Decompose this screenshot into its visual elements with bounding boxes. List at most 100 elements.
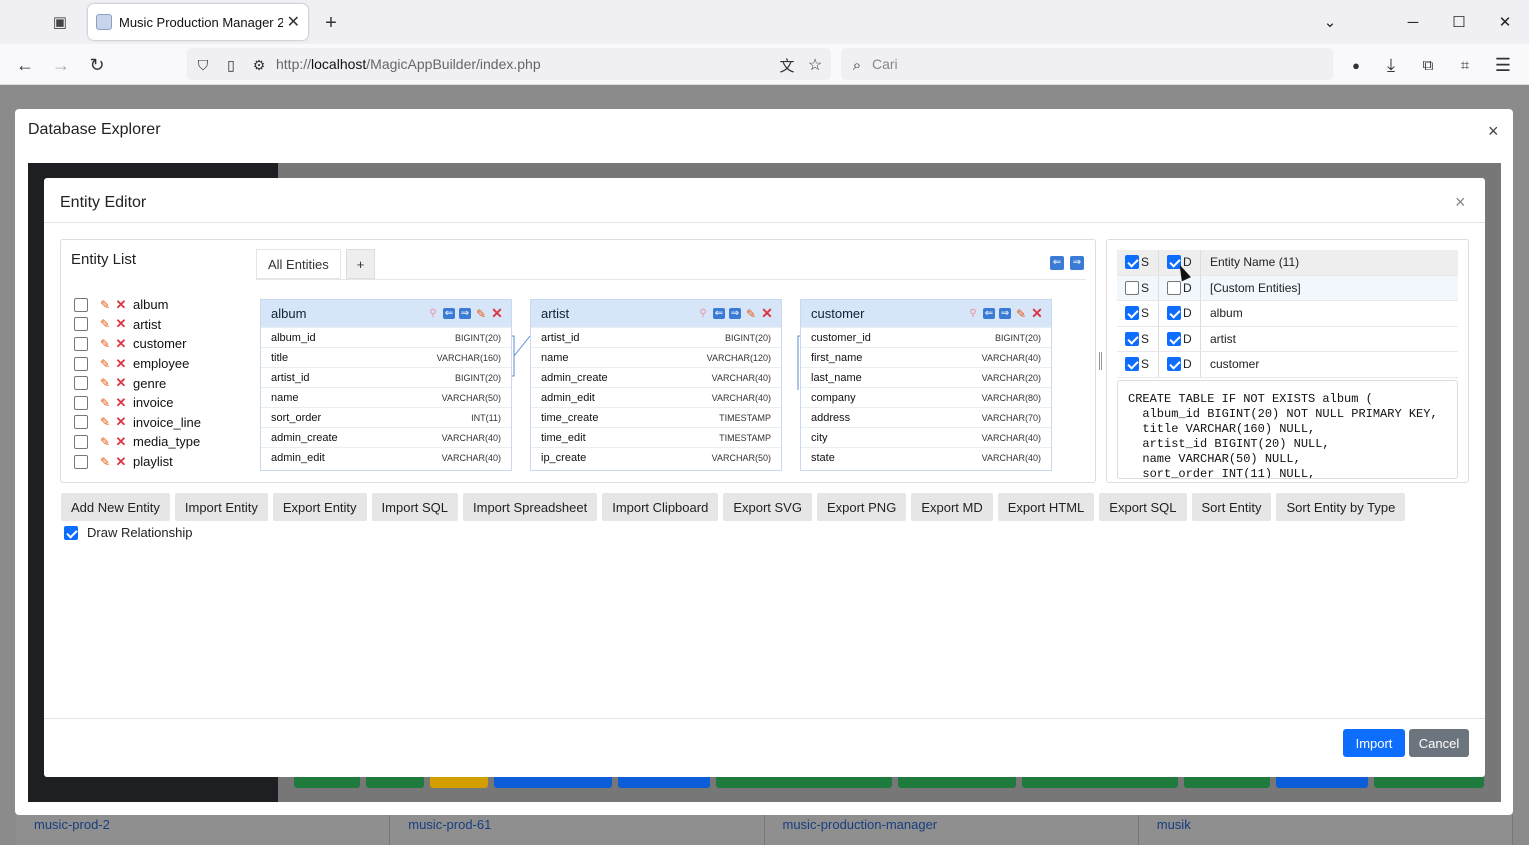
move-right-icon[interactable]: ⇒ bbox=[459, 308, 471, 319]
new-tab-icon[interactable]: + bbox=[318, 10, 344, 36]
entity-name[interactable]: customer bbox=[133, 336, 186, 351]
delete-icon[interactable]: ✕ bbox=[115, 395, 127, 411]
entity-name[interactable]: artist bbox=[133, 317, 161, 332]
entity-checkbox[interactable] bbox=[74, 454, 88, 469]
delete-icon[interactable]: ✕ bbox=[115, 434, 127, 450]
delete-icon[interactable]: ✕ bbox=[1031, 305, 1043, 322]
entity-name[interactable]: invoice_line bbox=[133, 415, 201, 430]
structure-checkbox[interactable] bbox=[1125, 280, 1139, 295]
sort-entity-by-type-button[interactable]: Sort Entity by Type bbox=[1276, 493, 1406, 521]
select-all-structure-checkbox[interactable] bbox=[1125, 255, 1139, 270]
add-tab-button[interactable]: + bbox=[345, 249, 376, 279]
edit-pencil-icon[interactable]: ✎ bbox=[99, 396, 111, 410]
structure-checkbox[interactable] bbox=[1125, 306, 1139, 321]
entity-checkbox[interactable] bbox=[74, 415, 88, 430]
edit-pencil-icon[interactable]: ✎ bbox=[99, 435, 111, 449]
import-button[interactable]: Import bbox=[1343, 729, 1405, 757]
relation-icon[interactable]: ⚲ bbox=[967, 308, 979, 319]
structure-checkbox[interactable] bbox=[1125, 357, 1139, 372]
edit-pencil-icon[interactable]: ✎ bbox=[745, 307, 757, 321]
scroll-right-icon[interactable]: ⇒ bbox=[1070, 256, 1084, 270]
delete-icon[interactable]: ✕ bbox=[761, 305, 773, 322]
edit-pencil-icon[interactable]: ✎ bbox=[99, 357, 111, 371]
edit-pencil-icon[interactable]: ✎ bbox=[99, 415, 111, 429]
forward-icon[interactable]: → bbox=[48, 52, 74, 78]
export-html-button[interactable]: Export HTML bbox=[997, 493, 1095, 521]
export-sql-button[interactable]: Export SQL bbox=[1099, 493, 1187, 521]
import-clipboard-button[interactable]: Import Clipboard bbox=[602, 493, 719, 521]
crop-icon[interactable]: ⌗ bbox=[1452, 52, 1478, 78]
entity-card-artist[interactable]: artist ⚲ ⇐ ⇒ ✎ ✕ artist_id BIGINT(20) name VARC… bbox=[530, 299, 782, 471]
entity-card-customer[interactable]: customer ⚲ ⇐ ⇒ ✎ ✕ customer_id BIGINT(20) firs… bbox=[800, 299, 1052, 471]
extensions-icon[interactable]: ⧉ bbox=[1415, 52, 1441, 78]
move-left-icon[interactable]: ⇐ bbox=[983, 308, 995, 319]
entity-checkbox[interactable] bbox=[74, 336, 88, 351]
entity-card-album[interactable]: album ⚲ ⇐ ⇒ ✎ ✕ album_id BIGINT(20) title VARCH… bbox=[260, 299, 512, 471]
delete-icon[interactable]: ✕ bbox=[115, 297, 127, 313]
background-link[interactable]: music-production-manager bbox=[765, 815, 1139, 845]
sort-entity-button[interactable]: Sort Entity bbox=[1191, 493, 1272, 521]
background-link[interactable]: music-prod-61 bbox=[390, 815, 765, 845]
data-checkbox[interactable] bbox=[1167, 280, 1181, 295]
import-entity-button[interactable]: Import Entity bbox=[174, 493, 268, 521]
move-right-icon[interactable]: ⇒ bbox=[999, 308, 1011, 319]
search-bar[interactable] bbox=[841, 48, 1333, 80]
entity-name[interactable]: genre bbox=[133, 376, 166, 391]
draw-relationship-checkbox[interactable] bbox=[64, 525, 78, 540]
entity-checkbox[interactable] bbox=[74, 376, 88, 391]
cancel-button[interactable]: Cancel bbox=[1409, 729, 1469, 757]
url-text[interactable]: http://localhost/MagicAppBuilder/index.p… bbox=[276, 56, 541, 72]
edit-pencil-icon[interactable]: ✎ bbox=[1015, 307, 1027, 321]
translate-icon[interactable]: 文 bbox=[774, 52, 800, 78]
delete-icon[interactable]: ✕ bbox=[115, 316, 127, 332]
relation-icon[interactable]: ⚲ bbox=[697, 308, 709, 319]
entity-name[interactable]: invoice bbox=[133, 395, 173, 410]
edit-pencil-icon[interactable]: ✎ bbox=[99, 337, 111, 351]
edit-pencil-icon[interactable]: ✎ bbox=[99, 376, 111, 390]
background-link[interactable]: music-prod-2 bbox=[16, 815, 391, 845]
close-window-icon[interactable]: ✕ bbox=[1489, 8, 1521, 36]
move-left-icon[interactable]: ⇐ bbox=[713, 308, 725, 319]
browser-tab[interactable]: Music Production Manager 2 | M ✕ bbox=[88, 4, 308, 40]
add-new-entity-button[interactable]: Add New Entity bbox=[61, 493, 170, 521]
menu-icon[interactable]: ☰ bbox=[1490, 52, 1516, 78]
panel-resize-handle[interactable] bbox=[1099, 352, 1102, 370]
download-icon[interactable]: ⤓ bbox=[1378, 52, 1404, 78]
entity-checkbox[interactable] bbox=[74, 317, 88, 332]
entity-checkbox[interactable] bbox=[74, 297, 88, 312]
export-svg-button[interactable]: Export SVG bbox=[723, 493, 812, 521]
database-explorer-close-icon[interactable]: × bbox=[1488, 121, 1499, 142]
bookmark-star-icon[interactable]: ☆ bbox=[802, 52, 828, 78]
delete-icon[interactable]: ✕ bbox=[115, 414, 127, 430]
import-spreadsheet-button[interactable]: Import Spreadsheet bbox=[463, 493, 598, 521]
export-entity-button[interactable]: Export Entity bbox=[272, 493, 367, 521]
move-right-icon[interactable]: ⇒ bbox=[729, 308, 741, 319]
tab-close-icon[interactable]: ✕ bbox=[287, 12, 300, 32]
reload-icon[interactable]: ↻ bbox=[84, 52, 110, 78]
export-png-button[interactable]: Export PNG bbox=[816, 493, 907, 521]
tab-all-entities[interactable]: All Entities bbox=[256, 249, 341, 279]
account-icon[interactable]: ● bbox=[1343, 52, 1369, 78]
entity-checkbox[interactable] bbox=[74, 434, 88, 449]
background-link[interactable]: musik bbox=[1139, 815, 1513, 845]
back-icon[interactable]: ← bbox=[12, 52, 38, 78]
permissions-icon[interactable]: ⚙ bbox=[246, 52, 272, 78]
export-md-button[interactable]: Export MD bbox=[911, 493, 993, 521]
entity-editor-close-icon[interactable]: × bbox=[1455, 192, 1466, 213]
relation-icon[interactable]: ⚲ bbox=[427, 308, 439, 319]
entity-checkbox[interactable] bbox=[74, 395, 88, 410]
scroll-left-icon[interactable]: ⇐ bbox=[1050, 256, 1064, 270]
entity-name[interactable]: media_type bbox=[133, 434, 200, 449]
draw-relationship-label[interactable]: Draw Relationship bbox=[87, 525, 193, 540]
minimize-icon[interactable]: ─ bbox=[1397, 8, 1429, 36]
import-sql-button[interactable]: Import SQL bbox=[371, 493, 459, 521]
delete-icon[interactable]: ✕ bbox=[491, 305, 503, 322]
data-checkbox[interactable] bbox=[1167, 331, 1181, 346]
entity-name[interactable]: employee bbox=[133, 356, 189, 371]
tab-list-chevron-icon[interactable]: ⌄ bbox=[1314, 8, 1346, 36]
data-checkbox[interactable] bbox=[1167, 357, 1181, 372]
delete-icon[interactable]: ✕ bbox=[115, 375, 127, 391]
delete-icon[interactable]: ✕ bbox=[115, 336, 127, 352]
sql-preview[interactable]: CREATE TABLE IF NOT EXISTS album ( album… bbox=[1117, 380, 1458, 479]
shield-icon[interactable]: ⛉ bbox=[190, 52, 216, 78]
